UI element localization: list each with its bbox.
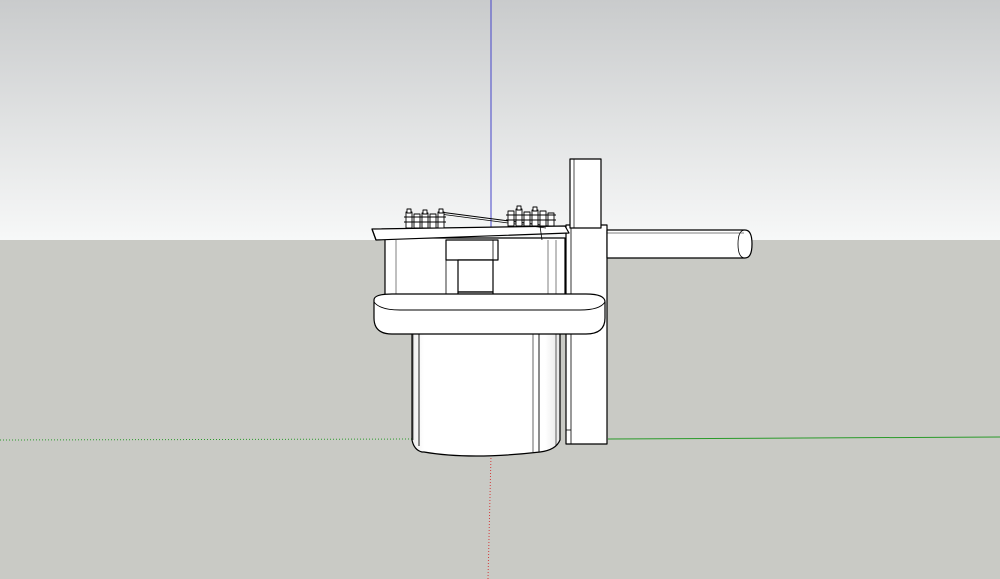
modeling-viewport[interactable] (0, 0, 1000, 579)
lower-cylinder[interactable] (411, 329, 561, 457)
upper-housing[interactable] (384, 237, 566, 301)
sky (0, 0, 1000, 240)
3d-scene[interactable] (0, 0, 1000, 579)
vertical-pipe[interactable] (569, 158, 602, 229)
left-fittings[interactable] (404, 208, 446, 229)
ring-flange[interactable] (373, 293, 606, 335)
horizontal-pipe[interactable] (606, 229, 753, 259)
